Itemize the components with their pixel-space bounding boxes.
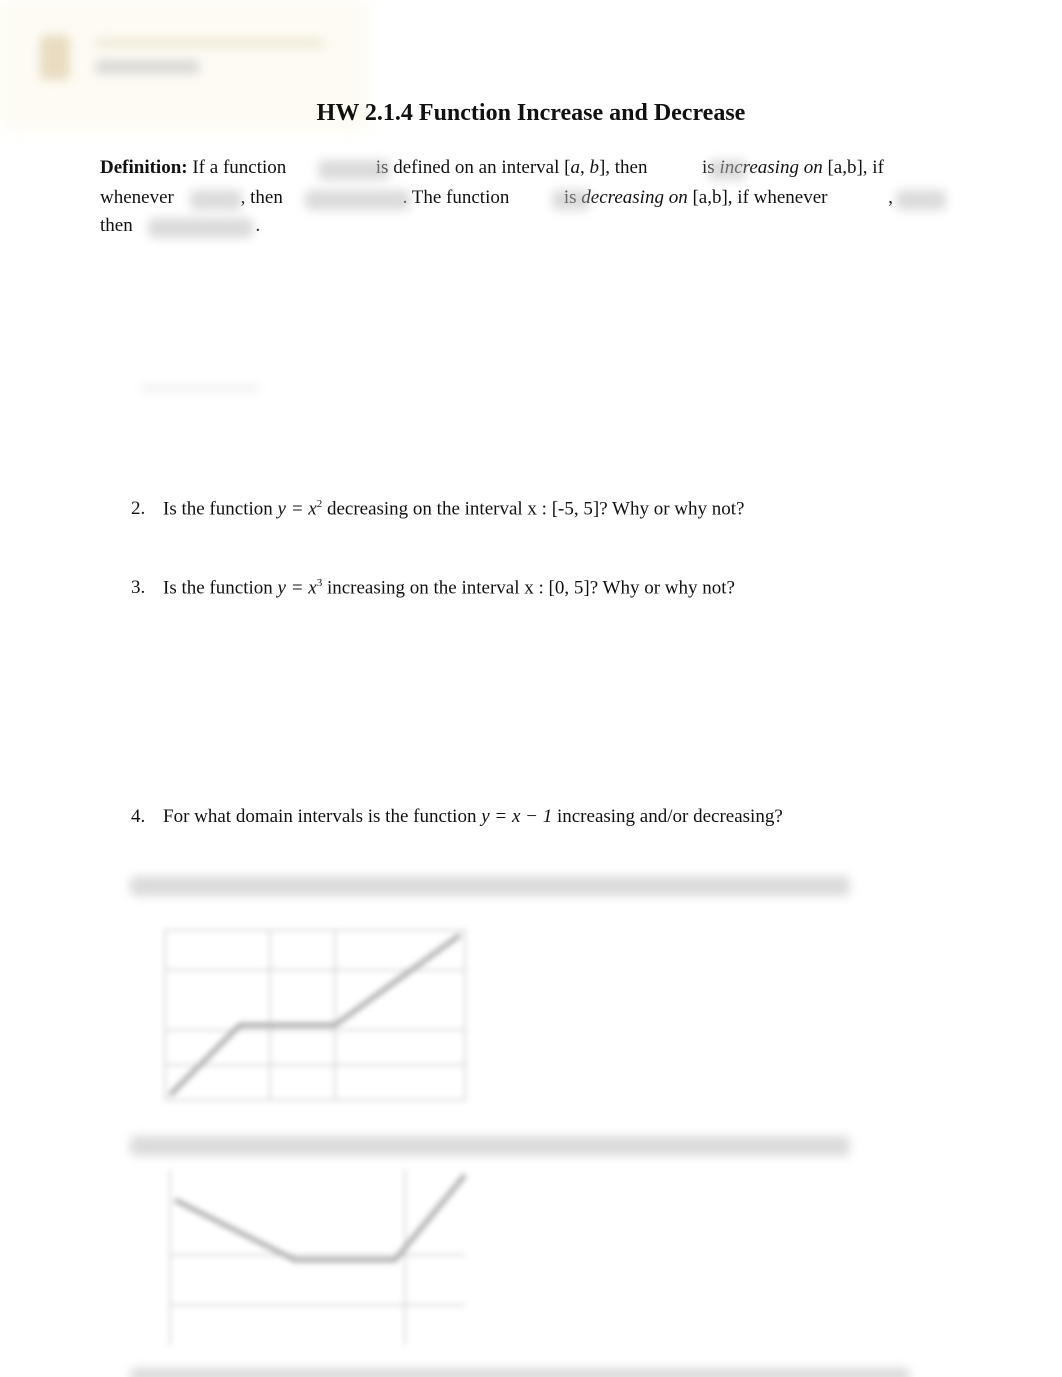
math: y = x — [277, 577, 317, 599]
redacted-line — [140, 386, 260, 391]
redacted-question-5 — [130, 876, 850, 896]
redacted-math — [708, 160, 746, 180]
text: Is the function — [163, 498, 278, 520]
text: whenever — [100, 187, 174, 208]
logo-subtext — [95, 60, 200, 74]
question-number: 4. — [131, 806, 146, 827]
redacted-question-7 — [130, 1368, 910, 1377]
page-title: HW 2.1.4 Function Increase and Decrease — [316, 100, 746, 126]
redacted-math — [305, 190, 410, 210]
text: increasing and/or decreasing? — [552, 806, 783, 827]
redacted-question-6 — [130, 1136, 850, 1156]
question-2: 2. Is the function y = x2 decreasing on t… — [131, 498, 744, 520]
redacted-math — [552, 190, 590, 210]
redacted-math — [190, 190, 242, 210]
question-number: 2. — [131, 498, 146, 520]
blurred-graph-2 — [169, 1170, 467, 1345]
text: For what domain intervals is the functio… — [163, 806, 482, 827]
text: a — [570, 157, 580, 178]
text: If a function — [192, 157, 287, 178]
text: decreasing on the interval x : [-5, 5]? … — [322, 498, 745, 520]
document-page: HW 2.1.4 Function Increase and Decrease … — [0, 0, 1062, 1377]
text: is defined on an interval [ — [375, 157, 571, 178]
math: y = x — [277, 498, 317, 520]
text: b — [589, 157, 599, 178]
question-4: 4. For what domain intervals is the funct… — [131, 806, 783, 828]
redacted-math — [148, 218, 253, 238]
text: ], then — [598, 157, 648, 178]
text: [a,b], if — [822, 157, 884, 178]
math: y = x − 1 — [481, 806, 553, 827]
text: then — [100, 215, 133, 236]
text: , — [888, 187, 893, 208]
text: increasing on the interval x : [0, 5]? W… — [322, 577, 735, 599]
question-3: 3. Is the function y = x3 increasing on t… — [131, 577, 735, 599]
text: . — [255, 215, 261, 236]
text: Is the function — [163, 577, 278, 599]
definition-label: Definition: — [100, 157, 188, 178]
logo-crest-icon — [40, 35, 70, 80]
redacted-math — [318, 160, 390, 180]
logo-text — [95, 38, 325, 48]
text: [a,b], if whenever — [687, 187, 828, 208]
text: . The function — [402, 187, 510, 208]
blurred-graph-1 — [164, 929, 466, 1101]
redacted-math — [896, 190, 946, 210]
definition-line-1: Definition: If a function is defined on … — [100, 157, 884, 179]
text: , then — [240, 187, 283, 208]
text: decreasing on — [581, 187, 688, 208]
question-number: 3. — [131, 577, 146, 599]
